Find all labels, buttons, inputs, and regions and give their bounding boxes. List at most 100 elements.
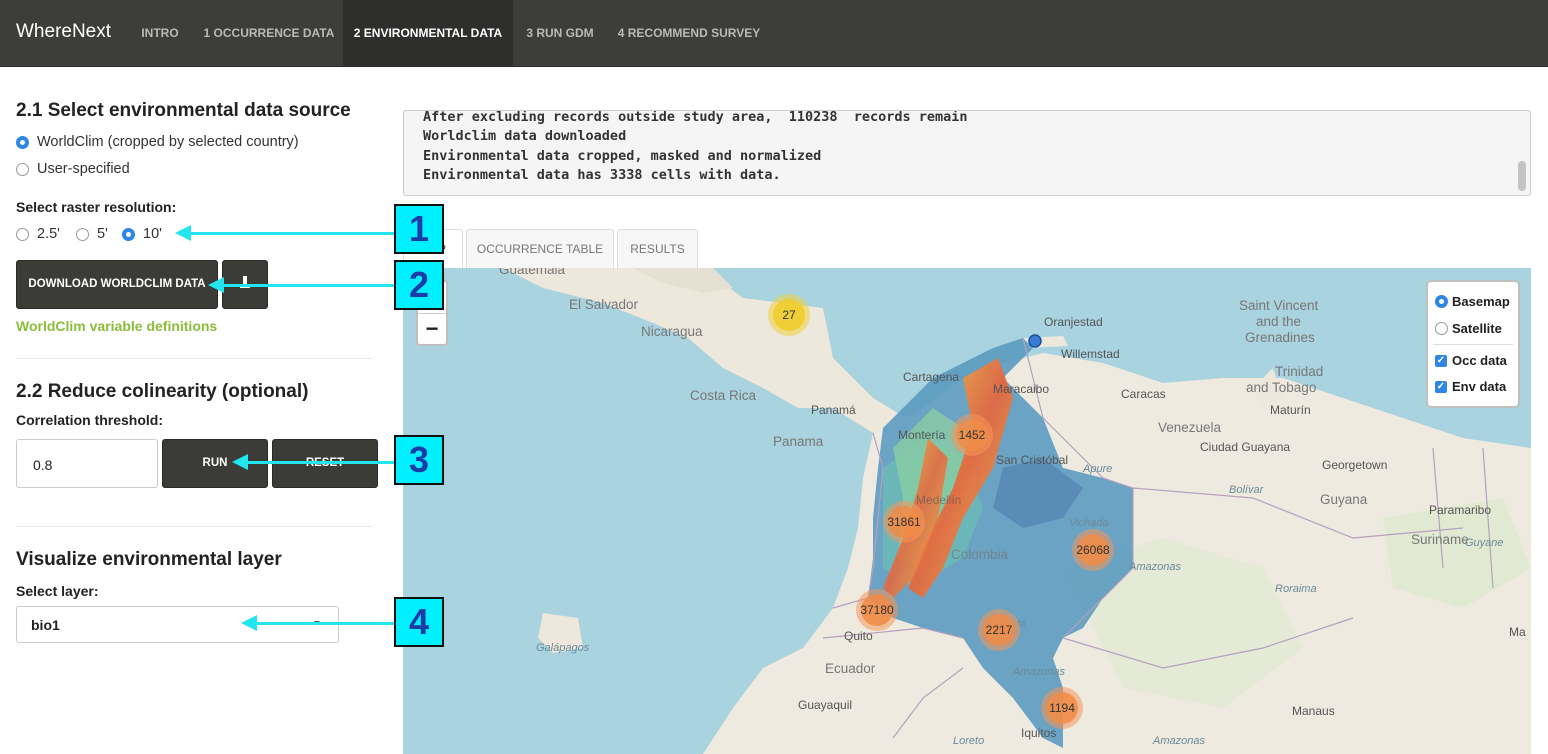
map-label: Georgetown: [1322, 458, 1388, 472]
occurrence-cluster-marker[interactable]: 31861: [883, 501, 925, 543]
console-line: Worldclim data downloaded: [423, 128, 627, 145]
section-title-colinearity: 2.2 Reduce colinearity (optional): [16, 381, 309, 402]
radio-button-selected[interactable]: [1435, 295, 1448, 308]
cluster-count: 1452: [958, 428, 986, 442]
occurrence-cluster-marker[interactable]: 27: [768, 294, 810, 336]
map-view[interactable]: Guatemala El Salvador Nicaragua Costa Ri…: [403, 268, 1531, 754]
radio-button-selected[interactable]: [122, 227, 135, 241]
callout-marker: 1: [394, 204, 444, 254]
callout-marker: 3: [394, 435, 444, 485]
checkbox-checked-icon[interactable]: ✓: [1435, 354, 1447, 367]
occurrence-cluster-marker[interactable]: 1194: [1041, 687, 1083, 729]
map-label: El Salvador: [569, 297, 639, 312]
radio-resolution-2-5[interactable]: 2.5': [16, 226, 60, 242]
map-label: Caracas: [1121, 387, 1166, 401]
layer-label: Env data: [1452, 379, 1507, 394]
map-label: Amazonas: [1129, 561, 1181, 573]
callout-arrow: [175, 225, 395, 241]
layer-toggle-occ-data[interactable]: ✓ Occ data: [1435, 353, 1507, 368]
layer-label: Satellite: [1452, 321, 1502, 336]
map-label: Guayaquil: [798, 698, 853, 712]
map-label: and Tobago: [1246, 380, 1317, 395]
nav-tab-occurrence-data[interactable]: 1 OCCURRENCE DATA: [196, 0, 342, 66]
console-output: After excluding records outside study ar…: [403, 110, 1531, 196]
map-label: Ma: [1509, 625, 1526, 639]
map-label: Guyana: [1320, 492, 1368, 507]
map-label: Colombia: [951, 547, 1009, 562]
map-label: San Cristóbal: [996, 453, 1069, 467]
map-label: Saint Vincent: [1239, 298, 1319, 313]
radio-resolution-10[interactable]: 10': [122, 226, 162, 242]
zoom-out-button[interactable]: −: [418, 314, 446, 344]
map-label: Trinidad: [1275, 364, 1324, 379]
top-navbar: WhereNext INTRO 1 OCCURRENCE DATA 2 ENVI…: [0, 0, 1548, 67]
map-label: Willemstad: [1061, 347, 1120, 361]
download-worldclim-button[interactable]: DOWNLOAD WORLDCLIM DATA: [16, 260, 218, 309]
radio-label: 10': [143, 226, 162, 242]
resolution-label: Select raster resolution:: [16, 199, 177, 215]
cluster-count: 26068: [1076, 543, 1110, 557]
radio-button[interactable]: [16, 162, 29, 176]
nav-tab-run-gdm[interactable]: 3 RUN GDM: [514, 0, 606, 66]
occurrence-cluster-marker[interactable]: 26068: [1072, 529, 1114, 571]
section-title-visualize-layer: Visualize environmental layer: [16, 549, 282, 570]
map-label: and the: [1256, 314, 1302, 329]
console-scrollbar[interactable]: [1518, 161, 1526, 191]
nav-tab-recommend-survey[interactable]: 4 RECOMMEND SURVEY: [610, 0, 768, 66]
map-label: Maracaibo: [993, 382, 1050, 396]
divider: [16, 358, 372, 359]
callout-arrow: [232, 454, 394, 470]
map-label: Panama: [773, 434, 824, 449]
map-label: Oranjestad: [1044, 315, 1103, 329]
nav-tab-intro[interactable]: INTRO: [128, 0, 192, 66]
layer-toggle-env-data[interactable]: ✓ Env data: [1435, 379, 1506, 394]
layer-option-satellite[interactable]: Satellite: [1435, 321, 1502, 336]
tab-occurrence-table[interactable]: OCCURRENCE TABLE: [466, 229, 614, 268]
radio-user-specified[interactable]: User-specified: [16, 161, 130, 177]
occurrence-cluster-marker[interactable]: 2217: [978, 609, 1020, 651]
radio-label: 5': [97, 226, 108, 242]
nav-tab-environmental-data[interactable]: 2 ENVIRONMENTAL DATA: [343, 0, 513, 66]
occurrence-cluster-marker[interactable]: 1452: [951, 414, 993, 456]
console-line: Environmental data cropped, masked and n…: [423, 147, 822, 164]
radio-resolution-5[interactable]: 5': [76, 226, 108, 242]
map-label: Quito: [844, 629, 873, 643]
console-line: After excluding records outside study ar…: [423, 110, 968, 125]
map-label: Guyane: [1465, 537, 1504, 549]
map-label: Galápagos: [536, 642, 590, 654]
map-label: Paramaribo: [1429, 503, 1492, 517]
threshold-label: Correlation threshold:: [16, 412, 164, 428]
map-label: Venezuela: [1158, 420, 1222, 435]
radio-button[interactable]: [76, 227, 89, 241]
console-line: Environmental data has 3338 cells with d…: [423, 166, 781, 183]
map-label: Iquitos: [1021, 726, 1057, 740]
map-label: Cartagena: [903, 370, 960, 384]
radio-label: 2.5': [37, 226, 60, 242]
radio-worldclim[interactable]: WorldClim (cropped by selected country): [16, 134, 299, 150]
map-label: Ciudad Guayana: [1200, 440, 1291, 454]
map-label: Vichada: [1069, 517, 1109, 529]
radio-button[interactable]: [1435, 322, 1448, 335]
map-label: Panamá: [811, 403, 856, 417]
checkbox-checked-icon[interactable]: ✓: [1435, 380, 1447, 393]
layer-option-basemap[interactable]: Basemap: [1435, 294, 1510, 309]
callout-arrow: [241, 615, 394, 631]
tab-results[interactable]: RESULTS: [617, 229, 698, 268]
map-label: Roraima: [1275, 583, 1317, 595]
map-label: Nicaragua: [641, 324, 703, 339]
map-label: Apure: [1083, 463, 1113, 475]
map-label: Ecuador: [825, 661, 876, 676]
divider: [16, 526, 372, 527]
radio-button-selected[interactable]: [16, 135, 29, 149]
map-label: Loreto: [953, 735, 985, 747]
app-brand[interactable]: WhereNext: [16, 21, 111, 43]
section-title-data-source: 2.1 Select environmental data source: [16, 100, 351, 121]
worldclim-definitions-link[interactable]: WorldClim variable definitions: [16, 318, 217, 334]
radio-button[interactable]: [16, 227, 29, 241]
map-label: Amazonas: [1153, 735, 1205, 747]
map-layers-control: Basemap Satellite ✓ Occ data ✓ Env data: [1426, 280, 1520, 408]
map-label: Guatemala: [499, 268, 566, 277]
occurrence-cluster-marker[interactable]: 37180: [856, 589, 898, 631]
correlation-threshold-input[interactable]: 0.8: [16, 439, 158, 488]
map-label: Medellín: [916, 493, 962, 507]
